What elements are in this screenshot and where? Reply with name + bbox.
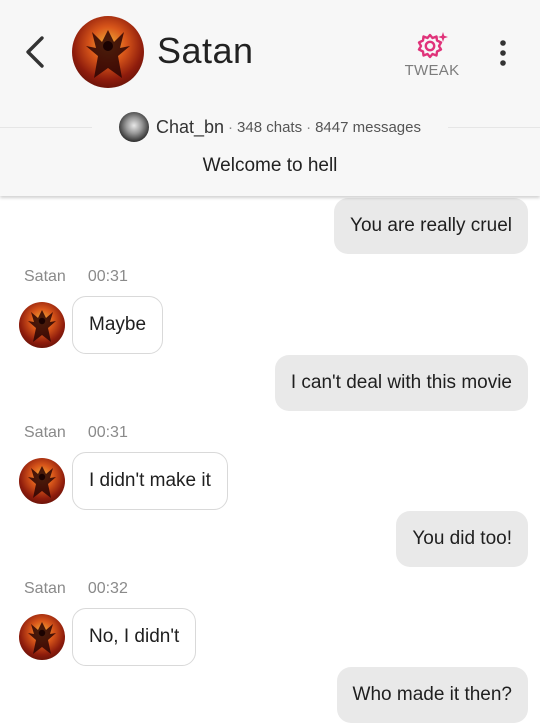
- bot-avatar[interactable]: [19, 302, 65, 348]
- chat-count: 348 chats: [237, 118, 303, 136]
- user-message-bubble[interactable]: You are really cruel: [334, 198, 528, 254]
- bot-message-bubble[interactable]: Maybe: [72, 296, 164, 354]
- chat-header: Satan TWEAK Chat_bn · 348 chats · 8447 messa…: [0, 0, 540, 196]
- demon-figure-icon: [28, 310, 56, 342]
- creator-avatar[interactable]: [118, 112, 149, 142]
- bot-name-label: Satan: [24, 580, 66, 597]
- demon-figure-icon: [86, 30, 130, 78]
- message-timestamp: 00:32: [87, 580, 128, 597]
- tweak-button[interactable]: TWEAK: [400, 30, 464, 79]
- separator: ·: [306, 118, 312, 136]
- message-timestamp: 00:31: [87, 268, 128, 285]
- bot-message-meta: Satan 00:31: [24, 268, 128, 286]
- bot-avatar[interactable]: [19, 458, 65, 504]
- bot-avatar[interactable]: [19, 614, 65, 660]
- creator-meta-row: Chat_bn · 348 chats · 8447 messages: [0, 112, 540, 142]
- bot-name-label: Satan: [24, 424, 66, 441]
- character-name-title: Satan: [157, 30, 254, 71]
- separator: ·: [228, 118, 234, 136]
- tweak-label: TWEAK: [404, 62, 460, 79]
- back-chevron-icon[interactable]: [22, 34, 48, 70]
- bot-message-meta: Satan 00:32: [24, 580, 128, 598]
- bot-name-label: Satan: [24, 268, 66, 285]
- creator-name-link[interactable]: Chat_bn: [156, 117, 224, 138]
- demon-figure-icon: [28, 466, 56, 498]
- demon-figure-icon: [28, 622, 56, 654]
- user-message-bubble[interactable]: I can't deal with this movie: [274, 355, 528, 411]
- vertical-dots-icon[interactable]: [494, 38, 512, 68]
- character-greeting: Welcome to hell: [202, 155, 338, 176]
- message-timestamp: 00:31: [87, 424, 128, 441]
- bot-message-meta: Satan 00:31: [24, 424, 128, 442]
- user-message-bubble[interactable]: You did too!: [396, 511, 528, 567]
- message-count: 8447 messages: [315, 118, 421, 136]
- character-avatar[interactable]: [72, 16, 144, 88]
- user-message-bubble[interactable]: Who made it then?: [336, 667, 528, 723]
- bot-message-bubble[interactable]: I didn't make it: [72, 452, 228, 510]
- gear-sparkle-icon: [417, 32, 448, 59]
- bot-message-bubble[interactable]: No, I didn't: [72, 608, 197, 666]
